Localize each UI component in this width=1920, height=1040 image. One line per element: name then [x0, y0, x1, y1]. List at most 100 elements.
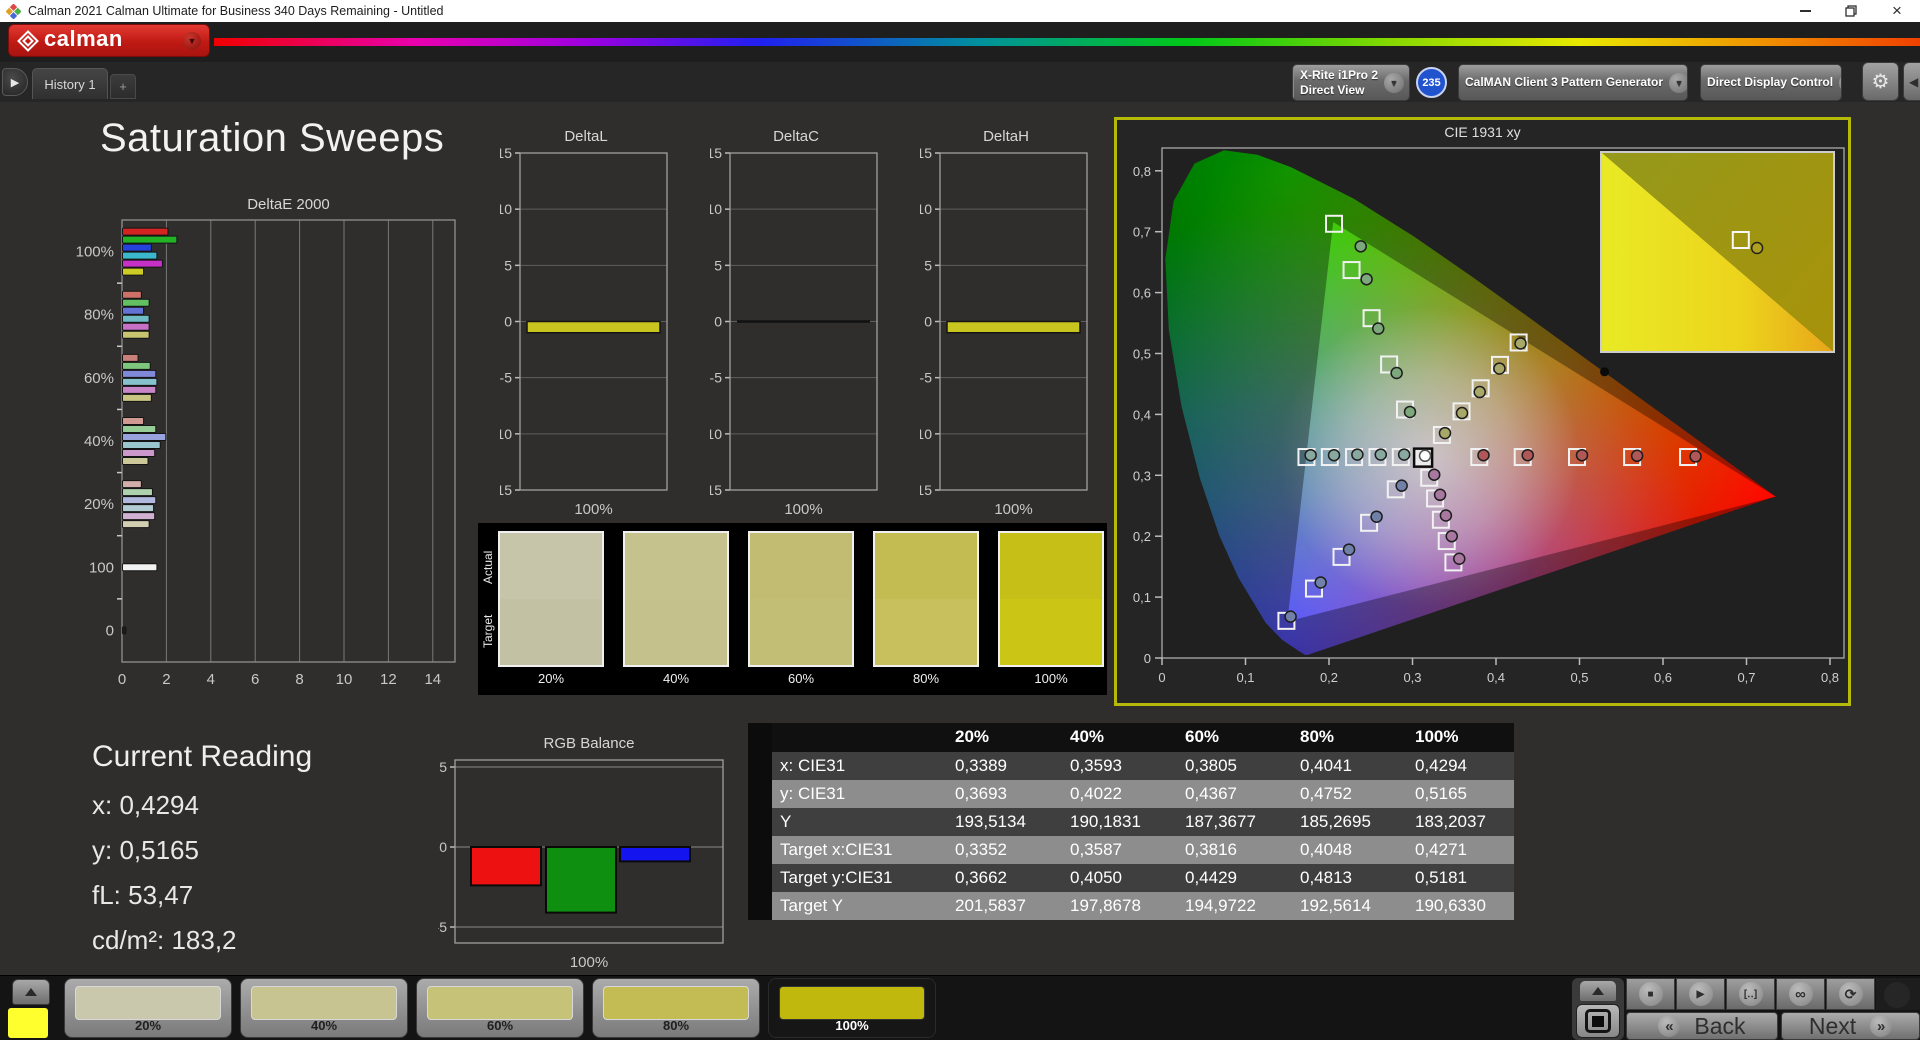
deltaH-bar: [947, 322, 1080, 333]
deltae-bar-red-100: [123, 564, 157, 571]
svg-text:5: 5: [924, 257, 932, 273]
table-row: y: CIE310,36930,40220,43670,47520,5165: [748, 780, 1514, 808]
table-header-cell: 80%: [1292, 723, 1407, 752]
deltae-bar-green-60%: [123, 362, 151, 369]
deltah-chart: 151050-5-10-15100%: [920, 145, 1120, 545]
cie-measured-green-20: [1404, 406, 1415, 417]
pattern-label: 80%: [593, 1018, 759, 1033]
pattern-window-panel: [1572, 978, 1624, 1040]
workflow-nav-button[interactable]: ▶: [2, 68, 28, 96]
svg-text:100%: 100%: [570, 954, 608, 967]
bottom-bar: 20%40%60% 80% 100% ■ ▶ [‥] ∞ ⟳ « Back Next »: [0, 975, 1920, 1040]
table-row-label: Target x:CIE31: [772, 836, 947, 864]
minimize-button[interactable]: [1782, 0, 1828, 22]
window-frame-icon: [1585, 1009, 1611, 1033]
pattern-button-100%[interactable]: 100%: [768, 978, 936, 1038]
svg-text:-10: -10: [920, 426, 932, 442]
pattern-window-expand-button[interactable]: [1579, 980, 1617, 1002]
comparison-level-label: 40%: [623, 671, 729, 686]
close-icon: ×: [1892, 1, 1902, 21]
cie-measured-yellow-20: [1439, 428, 1450, 439]
table-row-label: Target Y: [772, 892, 947, 920]
close-button[interactable]: ×: [1874, 0, 1920, 22]
pattern-generator-label: CalMAN Client 3 Pattern Generator: [1459, 75, 1669, 90]
svg-text:-15: -15: [500, 482, 512, 498]
pattern-swatch-40%: [251, 986, 397, 1020]
cie-measured-yellow-80: [1494, 363, 1505, 374]
svg-text:0: 0: [439, 839, 447, 855]
pattern-button-40%[interactable]: 40%: [240, 978, 408, 1038]
deltae-bar-green-100%: [123, 236, 177, 243]
svg-text:0,8: 0,8: [1821, 670, 1839, 685]
infinite-icon: ∞: [1789, 982, 1813, 1006]
table-row-label: y: CIE31: [772, 780, 947, 808]
meter-dropdown[interactable]: X-Rite i1Pro 2 Direct View ▼: [1292, 64, 1410, 101]
pattern-preview-swatch[interactable]: [8, 1008, 48, 1038]
pattern-swatch-60%: [427, 986, 573, 1020]
table-cell: 190,1831: [1062, 808, 1177, 836]
svg-text:0,7: 0,7: [1737, 670, 1755, 685]
calman-menu-button[interactable]: calman ▼: [8, 24, 210, 57]
current-reading-fL: fL: 53,47: [92, 880, 422, 911]
comparison-level-label: 20%: [498, 671, 604, 686]
pattern-window-button[interactable]: [1576, 1004, 1620, 1038]
pattern-button-80%[interactable]: 80%: [592, 978, 760, 1038]
svg-text:0,8: 0,8: [1133, 164, 1151, 179]
actual-swatch-80%: [875, 533, 977, 599]
table-cell: 0,4367: [1177, 780, 1292, 808]
display-control-dropdown[interactable]: Direct Display Control ▼: [1700, 64, 1842, 101]
cie-measured-green-40: [1391, 367, 1402, 378]
back-button[interactable]: « Back: [1626, 1012, 1778, 1040]
gear-icon: ⚙: [1872, 69, 1890, 94]
cie-measured-red-80: [1632, 450, 1643, 461]
tab-history-1[interactable]: History 1: [32, 68, 108, 99]
range-button[interactable]: [‥]: [1726, 978, 1775, 1010]
svg-text:100%: 100%: [994, 501, 1032, 518]
next-button[interactable]: Next »: [1781, 1012, 1920, 1040]
pattern-button-60%[interactable]: 60%: [416, 978, 584, 1038]
collapse-panel-button[interactable]: ◀: [1903, 62, 1920, 101]
range-icon: [‥]: [1739, 982, 1763, 1006]
deltac-chart-title: DeltaC: [715, 128, 877, 145]
comparison-swatch-60%: [748, 531, 854, 667]
deltae-bar-yellow-60%: [123, 394, 152, 401]
add-tab-button[interactable]: +: [110, 74, 136, 99]
measurement-table: 20%40%60%80%100%x: CIE310,33890,35930,38…: [748, 723, 1514, 920]
pattern-label: 100%: [769, 1018, 935, 1033]
repeat-button[interactable]: ⟳: [1826, 978, 1875, 1010]
deltae-bar-blue-60%: [123, 370, 156, 377]
spectrum-gradient-strip: [214, 38, 1920, 46]
infinite-button[interactable]: ∞: [1776, 978, 1825, 1010]
cie-measured-cyan-40: [1375, 449, 1386, 460]
table-cell: 0,3805: [1177, 752, 1292, 780]
table-gutter-cell: [748, 752, 772, 780]
svg-text:5: 5: [504, 257, 512, 273]
table-header-row: 20%40%60%80%100%: [748, 723, 1514, 752]
stop-button[interactable]: ■: [1626, 978, 1675, 1010]
deltae-bar-red-60%: [123, 354, 139, 361]
table-cell: 0,3662: [947, 864, 1062, 892]
table-cell: 0,4041: [1292, 752, 1407, 780]
table-gutter-cell: [748, 836, 772, 864]
restore-button[interactable]: [1828, 0, 1874, 22]
svg-text:0,6: 0,6: [1133, 286, 1151, 301]
meter-count-badge[interactable]: 235: [1416, 67, 1447, 98]
app-icon: [6, 4, 21, 19]
comparison-level-label: 100%: [998, 671, 1104, 686]
table-gutter-cell: [748, 808, 772, 836]
svg-text:5: 5: [714, 257, 722, 273]
rgb-balance-chart: 50-5100%: [438, 752, 738, 967]
cie-measured-green-100: [1355, 241, 1366, 252]
svg-text:4: 4: [207, 671, 215, 688]
svg-text:12: 12: [380, 671, 397, 688]
comparison-swatch-80%: [873, 531, 979, 667]
stop-icon: ■: [1639, 982, 1663, 1006]
pattern-preview-expand-button[interactable]: [12, 979, 50, 1005]
table-header-cell: 20%: [947, 723, 1062, 752]
pattern-button-20%[interactable]: 20%: [64, 978, 232, 1038]
pattern-generator-dropdown[interactable]: CalMAN Client 3 Pattern Generator ▼: [1458, 64, 1688, 101]
play-button[interactable]: ▶: [1676, 978, 1725, 1010]
settings-button[interactable]: ⚙: [1862, 62, 1899, 101]
chevron-down-icon: ▼: [1384, 73, 1404, 93]
svg-text:-5: -5: [920, 370, 932, 386]
